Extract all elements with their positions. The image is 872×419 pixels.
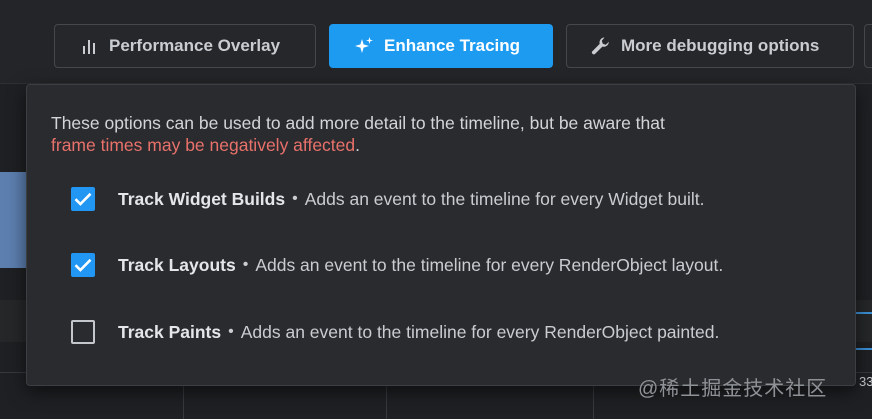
track-layouts-checkbox[interactable]: [71, 253, 95, 277]
option-track-layouts: Track Layouts • Adds an event to the tim…: [71, 252, 723, 278]
panel-intro: These options can be used to add more de…: [51, 112, 831, 156]
option-separator: •: [228, 323, 234, 340]
option-separator: •: [242, 256, 249, 273]
timeline-tick-label: 33: [859, 374, 872, 389]
option-description: Adds an event to the timeline for every …: [255, 254, 724, 275]
watermark: @稀土掘金技术社区: [638, 378, 828, 400]
more-debugging-options-button[interactable]: More debugging options: [566, 24, 854, 68]
sparkle-icon: [354, 36, 374, 56]
track-paints-checkbox[interactable]: [71, 320, 95, 344]
checkmark-icon: [74, 258, 92, 272]
option-title: Track Paints: [118, 321, 222, 342]
enhance-tracing-label: Enhance Tracing: [384, 36, 521, 55]
more-debugging-options-label: More debugging options: [621, 36, 820, 55]
devtools-performance-view: 33 Performance Overlay Enhance Tracing M…: [0, 0, 872, 419]
intro-text: These options can be used to add more de…: [51, 113, 665, 133]
option-track-paints: Track Paints • Adds an event to the time…: [71, 319, 719, 345]
option-track-widget-builds: Track Widget Builds • Adds an event to t…: [71, 186, 705, 212]
checkmark-icon: [74, 192, 92, 206]
wrench-icon: [591, 36, 611, 56]
warning-text: frame times may be negatively affected: [51, 135, 356, 155]
frame-chart-bar: [0, 172, 26, 268]
option-description: Adds an event to the timeline for every …: [304, 188, 705, 209]
bar-chart-icon: [79, 36, 99, 56]
performance-overlay-button[interactable]: Performance Overlay: [54, 24, 316, 68]
warning-suffix: .: [355, 135, 361, 155]
option-title: Track Layouts: [118, 254, 236, 275]
option-description: Adds an event to the timeline for every …: [240, 321, 720, 342]
timeline-marker: [856, 312, 872, 314]
performance-overlay-label: Performance Overlay: [109, 36, 281, 55]
option-separator: •: [292, 190, 298, 207]
track-widget-builds-checkbox[interactable]: [71, 187, 95, 211]
enhance-tracing-button[interactable]: Enhance Tracing: [329, 24, 553, 68]
timeline-marker: [856, 348, 872, 350]
enhance-tracing-panel: These options can be used to add more de…: [26, 84, 856, 386]
toolbar-button-partial[interactable]: [864, 24, 872, 68]
option-title: Track Widget Builds: [118, 188, 286, 209]
